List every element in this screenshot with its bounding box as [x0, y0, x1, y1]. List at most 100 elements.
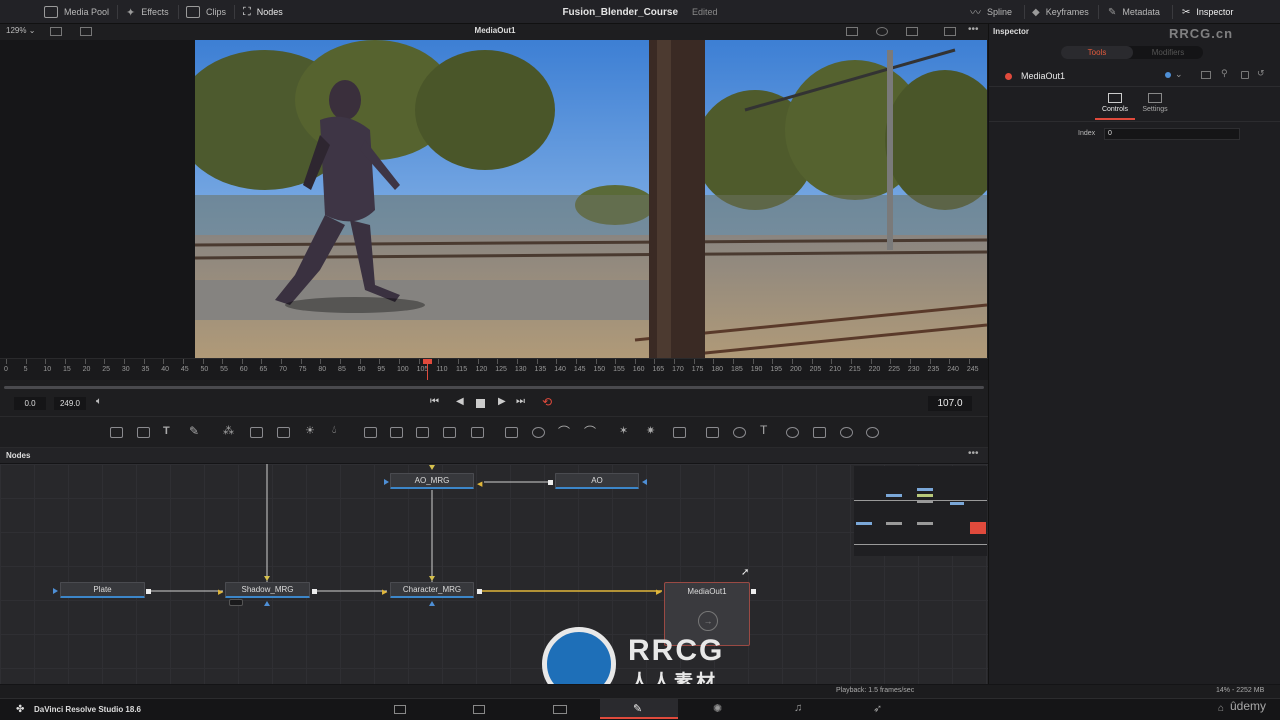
spline-button[interactable]: 〰 Spline	[970, 0, 1012, 24]
fairlight-page-icon[interactable]: ♫	[794, 702, 802, 714]
particle-emitter-icon[interactable]: ✶	[619, 424, 628, 437]
render-start-field[interactable]: 0.0	[14, 397, 46, 410]
viewer-canvas[interactable]: 人人素材	[195, 40, 987, 358]
time-ruler[interactable]: 0 5 10 15 20 25 30 35 40 45 50 55 60 65 70 75 80 85 90 95 10…	[0, 358, 988, 381]
text-3d-icon[interactable]: T	[760, 423, 767, 437]
merge-tool-icon[interactable]	[364, 427, 377, 438]
plate-output[interactable]	[146, 589, 151, 594]
view-mode-icon[interactable]	[50, 27, 62, 36]
ellipse-mask-icon[interactable]	[532, 427, 545, 438]
effects-button[interactable]: ✦ Effects	[126, 0, 169, 24]
shadow-mrg-mask-input[interactable]	[264, 601, 270, 606]
ao-output[interactable]	[548, 480, 553, 485]
character-mrg-foreground-input[interactable]	[429, 576, 435, 581]
go-to-end-icon[interactable]: ⏭︎	[516, 396, 525, 407]
character-mrg-output[interactable]	[477, 589, 482, 594]
light-3d-icon[interactable]	[840, 427, 853, 438]
versions-icon[interactable]	[1201, 71, 1211, 79]
renderer-3d-icon[interactable]	[866, 427, 879, 438]
split-view-icon[interactable]	[944, 27, 956, 36]
play-reverse-icon[interactable]: ◀︎	[456, 396, 464, 407]
brush-tool-icon[interactable]: ✎	[189, 424, 199, 438]
channel-tool-icon[interactable]	[416, 427, 429, 438]
fusion-page-tab[interactable]: ✎	[600, 699, 678, 719]
text-tool-icon[interactable]: T	[163, 425, 170, 437]
mediaout-output[interactable]	[751, 589, 756, 594]
clips-button[interactable]: Clips	[186, 0, 226, 24]
tab-tools[interactable]: Tools	[1061, 46, 1133, 59]
loop-icon[interactable]: ⟲	[542, 395, 552, 409]
shape-3d-icon[interactable]	[733, 427, 746, 438]
character-mrg-mask-input[interactable]	[429, 601, 435, 606]
rectangle-mask-icon[interactable]	[505, 427, 518, 438]
shadow-mrg-foreground-input[interactable]	[264, 576, 270, 581]
sub-tab-settings[interactable]: Settings	[1137, 91, 1173, 119]
play-icon[interactable]: ▶︎	[498, 396, 506, 407]
ao-mrg-background-input[interactable]	[384, 479, 389, 485]
tab-modifiers[interactable]: Modifiers	[1133, 46, 1203, 59]
node-enable-dot[interactable]	[1005, 73, 1012, 80]
current-frame-field[interactable]: 107.0	[928, 396, 972, 411]
matte-tool-icon[interactable]	[443, 427, 456, 438]
image-plane-3d-icon[interactable]	[706, 427, 719, 438]
chevron-down-icon[interactable]: ⌄	[1175, 69, 1183, 80]
plate-input[interactable]	[53, 588, 58, 594]
layout-icon[interactable]	[80, 27, 92, 36]
color-correct-tool-icon[interactable]	[277, 427, 290, 438]
ao-mrg-foreground-input[interactable]	[429, 465, 435, 470]
go-to-start-icon[interactable]: ⏮︎	[430, 396, 439, 407]
reset-icon[interactable]: ↺	[1257, 68, 1265, 79]
home-icon[interactable]: ⌂	[1218, 703, 1224, 714]
particle-render-icon[interactable]: ✷	[646, 424, 655, 437]
particle-style-icon[interactable]	[673, 427, 686, 438]
blur-tool-icon[interactable]	[250, 427, 263, 438]
node-editor[interactable]: AO_MRG ◀︎ AO Plate ▶︎ Shadow_MRG ▶︎ Char…	[0, 464, 988, 701]
media-pool-button[interactable]: Media Pool	[44, 0, 109, 24]
keyframes-button[interactable]: ◆ Keyframes	[1032, 0, 1089, 24]
roi-icon[interactable]	[846, 27, 858, 36]
node-color-dot[interactable]	[1165, 72, 1171, 78]
saver-tool-icon[interactable]	[471, 427, 484, 438]
viewer-options-icon[interactable]: •••	[968, 24, 979, 35]
node-navigator[interactable]	[854, 466, 987, 556]
deliver-page-icon[interactable]: ➶	[873, 702, 882, 715]
color-channel-icon[interactable]	[876, 27, 888, 36]
merge-3d-icon[interactable]	[786, 427, 799, 438]
paint-tool-icon[interactable]	[137, 427, 150, 438]
metadata-button[interactable]: ✎ Metadata	[1108, 0, 1160, 24]
scrub-track[interactable]	[4, 386, 984, 389]
shadow-mrg-output[interactable]	[312, 589, 317, 594]
color-page-icon[interactable]: ✺	[713, 702, 722, 715]
playhead-handle[interactable]	[422, 359, 432, 364]
nodes-options-icon[interactable]: •••	[968, 448, 979, 459]
stop-icon[interactable]	[476, 399, 485, 408]
node-shadow-mrg[interactable]: Shadow_MRG	[225, 582, 310, 598]
polygon-mask-icon[interactable]: ⌒	[558, 423, 570, 440]
cut-page-icon[interactable]	[473, 705, 485, 714]
render-end-field[interactable]: 249.0	[54, 397, 86, 410]
speaker-icon[interactable]: 🔈︎	[96, 396, 102, 407]
sub-tab-controls[interactable]: Controls	[1097, 91, 1133, 119]
index-field[interactable]: 0	[1104, 128, 1240, 140]
node-ao-mrg[interactable]: AO_MRG	[390, 473, 474, 489]
navigator-viewport[interactable]	[970, 522, 986, 534]
nodes-button[interactable]: ⛶ Nodes	[243, 0, 283, 24]
camera-3d-icon[interactable]	[813, 427, 826, 438]
background-tool-icon[interactable]	[110, 427, 123, 438]
particles-tool-icon[interactable]: ⁂	[223, 424, 234, 437]
inspector-button[interactable]: ✂ Inspector	[1182, 0, 1233, 24]
node-plate[interactable]: Plate	[60, 582, 145, 598]
node-ao[interactable]: AO	[555, 473, 639, 489]
grid-icon[interactable]	[906, 27, 918, 36]
node-character-mrg[interactable]: Character_MRG	[390, 582, 474, 598]
bspline-mask-icon[interactable]: ⌒	[584, 423, 596, 440]
media-page-icon[interactable]	[394, 705, 406, 714]
lock-icon[interactable]	[1241, 71, 1249, 79]
edit-page-icon[interactable]	[553, 705, 567, 714]
ao-input[interactable]	[642, 479, 647, 485]
pin-icon[interactable]: ⚲	[1221, 68, 1228, 79]
zoom-dropdown[interactable]: 129% ⌄	[6, 26, 35, 35]
scrub-bar[interactable]	[0, 380, 988, 394]
brightness-tool-icon[interactable]: ☀	[305, 424, 315, 437]
drop-tool-icon[interactable]: 💧︎	[332, 424, 336, 437]
